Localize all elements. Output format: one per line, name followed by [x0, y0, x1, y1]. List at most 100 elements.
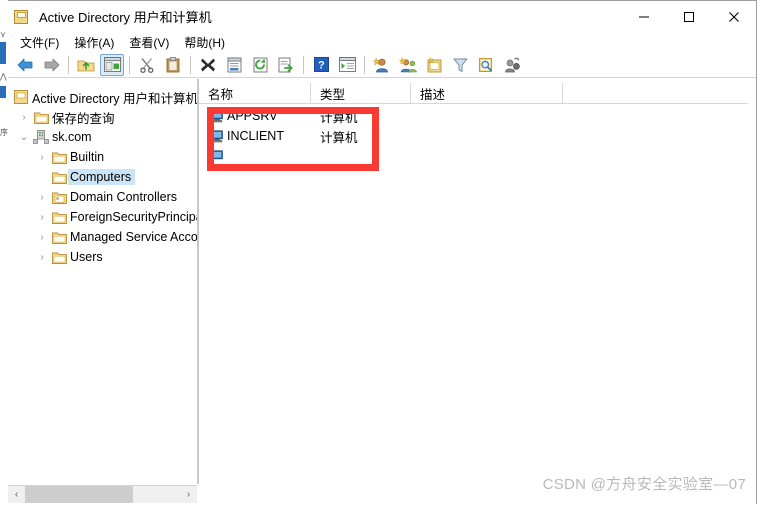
- scroll-track[interactable]: [25, 486, 180, 503]
- folder-icon: [50, 171, 68, 184]
- console-root-icon: [12, 90, 30, 104]
- toolbar: ?: [8, 52, 756, 78]
- show-console-tree-icon[interactable]: [335, 54, 359, 76]
- chevron-down-icon[interactable]: ⌄: [16, 132, 32, 143]
- chevron-right-icon[interactable]: ›: [34, 252, 50, 263]
- tree-item-label: Managed Service Acco: [70, 230, 198, 244]
- bg-glyph-3: 序: [0, 128, 8, 137]
- folder-icon: [32, 111, 50, 124]
- separator: [190, 55, 191, 74]
- separator: [364, 55, 365, 74]
- row-type: 计算机: [320, 130, 358, 145]
- tree-item-domain-controllers[interactable]: › Domain Controllers: [8, 187, 197, 207]
- properties-icon[interactable]: [222, 54, 246, 76]
- tree-item-foreign-security-principals[interactable]: › ForeignSecurityPrincipa: [8, 207, 197, 227]
- tree-item-computers[interactable]: Computers: [8, 167, 197, 187]
- result-list-pane[interactable]: 名称 类型 描述 APPSRV 计算机 INCLIENT 计算机: [199, 79, 748, 484]
- tree-item-builtin[interactable]: › Builtin: [8, 147, 197, 167]
- scroll-left-arrow-icon[interactable]: ‹: [8, 486, 25, 503]
- folder-icon: [50, 231, 68, 244]
- column-header-type[interactable]: 类型: [311, 83, 411, 104]
- background-window-edge: ⋎ ⋀ 序: [0, 0, 8, 504]
- row-name: INCLIENT: [227, 129, 284, 143]
- tree-item-label: ForeignSecurityPrincipa: [70, 210, 198, 224]
- column-header-description[interactable]: 描述: [411, 83, 563, 104]
- help-icon[interactable]: ?: [309, 54, 333, 76]
- chevron-right-icon[interactable]: ›: [34, 192, 50, 203]
- window-controls: [621, 1, 756, 32]
- menu-file[interactable]: 文件(F): [14, 32, 68, 53]
- scroll-right-arrow-icon[interactable]: ›: [180, 486, 197, 503]
- refresh-icon[interactable]: [248, 54, 272, 76]
- back-icon[interactable]: [13, 54, 37, 76]
- up-one-level-icon[interactable]: [74, 54, 98, 76]
- separator: [68, 55, 69, 74]
- computer-icon: [208, 149, 225, 163]
- tree-item-root[interactable]: Active Directory 用户和计算机: [8, 87, 197, 107]
- filter-icon[interactable]: [448, 54, 472, 76]
- tree-horizontal-scrollbar[interactable]: ‹ ›: [8, 485, 197, 503]
- row-name: APPSRV: [227, 109, 278, 123]
- row-type: 计算机: [320, 110, 358, 125]
- content-area: Active Directory 用户和计算机 › 保存的查询 ⌄ sk.com…: [8, 79, 756, 505]
- tree-item-label: Builtin: [70, 150, 105, 164]
- paste-icon[interactable]: [161, 54, 185, 76]
- maximize-button[interactable]: [666, 1, 711, 32]
- new-user-icon[interactable]: [370, 54, 394, 76]
- tree-item-label: Domain Controllers: [70, 190, 177, 204]
- tree-item-managed-service-accounts[interactable]: › Managed Service Acco: [8, 227, 197, 247]
- delegate-control-icon[interactable]: [500, 54, 524, 76]
- close-button[interactable]: [711, 1, 756, 32]
- tree-item-label: Users: [70, 250, 103, 264]
- column-header-name[interactable]: 名称: [199, 83, 311, 104]
- scroll-thumb[interactable]: [25, 486, 133, 503]
- computer-icon: [208, 129, 225, 143]
- folder-icon: [50, 211, 68, 224]
- folder-ou-icon: [50, 191, 68, 204]
- folder-icon: [50, 251, 68, 264]
- menu-bar: 文件(F) 操作(A) 查看(V) 帮助(H): [8, 32, 756, 52]
- table-row-partial[interactable]: [199, 146, 748, 166]
- chevron-right-icon[interactable]: ›: [16, 112, 32, 123]
- computer-icon: [208, 109, 225, 123]
- bg-accent-bar-2: [0, 86, 6, 98]
- tree-item-users[interactable]: › Users: [8, 247, 197, 267]
- tree-item-label: Active Directory 用户和计算机: [32, 91, 198, 106]
- domain-icon: [32, 130, 50, 144]
- folder-icon: [50, 151, 68, 164]
- separator: [303, 55, 304, 74]
- menu-help[interactable]: 帮助(H): [178, 32, 234, 53]
- table-row[interactable]: INCLIENT 计算机: [199, 126, 748, 146]
- delete-icon[interactable]: [196, 54, 220, 76]
- cut-icon[interactable]: [135, 54, 159, 76]
- console-tree-pane[interactable]: Active Directory 用户和计算机 › 保存的查询 ⌄ sk.com…: [8, 79, 198, 484]
- bg-glyph-1: ⋎: [0, 30, 6, 39]
- new-group-icon[interactable]: [396, 54, 420, 76]
- adu-window: Active Directory 用户和计算机 文件(F) 操作(A) 查看(V…: [8, 0, 757, 505]
- svg-text:?: ?: [318, 60, 325, 72]
- show-hide-tree-icon[interactable]: [100, 53, 124, 76]
- menu-action[interactable]: 操作(A): [68, 32, 123, 53]
- watermark-text: CSDN @方舟安全实验室—07: [542, 476, 746, 493]
- new-container-icon[interactable]: [422, 54, 446, 76]
- minimize-button[interactable]: [621, 1, 666, 32]
- bg-accent-bar-1: [0, 42, 6, 64]
- chevron-right-icon[interactable]: ›: [34, 152, 50, 163]
- page-title: Active Directory 用户和计算机: [39, 10, 212, 25]
- menu-view[interactable]: 查看(V): [123, 32, 178, 53]
- tree-item-saved-queries[interactable]: › 保存的查询: [8, 107, 197, 127]
- chevron-right-icon[interactable]: ›: [34, 212, 50, 223]
- export-list-icon[interactable]: [274, 54, 298, 76]
- tree-item-domain[interactable]: ⌄ sk.com: [8, 127, 197, 147]
- chevron-right-icon[interactable]: ›: [34, 232, 50, 243]
- list-column-header: 名称 类型 描述: [199, 83, 748, 104]
- bg-glyph-2: ⋀: [0, 72, 7, 81]
- title-bar: Active Directory 用户和计算机: [8, 1, 756, 32]
- table-row[interactable]: APPSRV 计算机: [199, 106, 748, 126]
- console-window-icon: [14, 9, 30, 25]
- forward-icon[interactable]: [39, 54, 63, 76]
- find-icon[interactable]: [474, 54, 498, 76]
- tree-item-label: 保存的查询: [52, 111, 115, 126]
- separator: [129, 55, 130, 74]
- tree-item-label: Computers: [68, 169, 136, 185]
